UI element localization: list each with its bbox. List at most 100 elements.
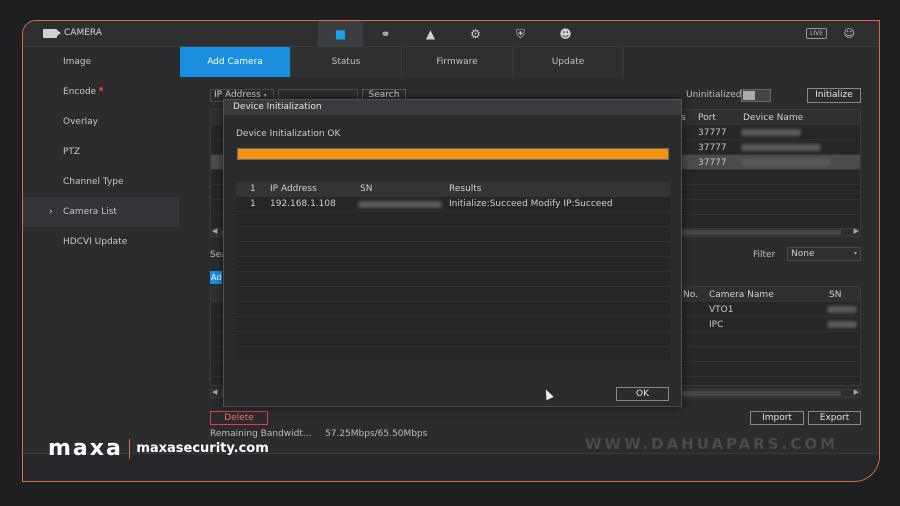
filter-value: None — [791, 249, 815, 259]
table-row — [236, 347, 670, 362]
section-title: CAMERA — [43, 28, 102, 38]
table-row: 1 192.168.1.108 Initialize:Succeed Modif… — [236, 197, 670, 212]
col-header-ip: IP Address — [270, 184, 317, 194]
ok-button[interactable]: OK — [616, 387, 669, 401]
col-header-device-name: Device Name — [743, 113, 804, 123]
tab-add-camera[interactable]: Add Camera — [180, 47, 291, 77]
redacted-cell — [741, 144, 821, 151]
top-icon-bar: ■ ⚭ ▲ ⚙ ⛨ ☻ — [318, 21, 588, 47]
sidebar: Image Encode Overlay PTZ Channel Type › C… — [23, 47, 179, 287]
sidebar-item-channel-type[interactable]: Channel Type — [23, 167, 179, 197]
account-icon[interactable]: ☻ — [543, 21, 588, 47]
sidebar-item-ptz[interactable]: PTZ — [23, 137, 179, 167]
delete-button[interactable]: Delete — [210, 411, 268, 425]
notification-dot — [99, 87, 104, 91]
dvr-screen: CAMERA ■ ⚭ ▲ ⚙ ⛨ ☻ LIVE ☺ Image Encode O… — [22, 20, 880, 482]
col-header-sn: SN — [360, 184, 373, 194]
table-row — [236, 302, 670, 317]
section-title-label: CAMERA — [64, 28, 102, 38]
ip-cell: 192.168.1.108 — [270, 199, 336, 209]
col-header-index: 1 — [250, 184, 256, 194]
uninitialized-label: Uninitialized — [686, 90, 742, 100]
sidebar-item-label: HDCVI Update — [63, 237, 128, 247]
sidebar-item-image[interactable]: Image — [23, 47, 179, 77]
sidebar-item-encode[interactable]: Encode — [23, 77, 179, 107]
tab-update[interactable]: Update — [513, 47, 624, 77]
port-cell: 37777 — [698, 158, 727, 168]
tab-status[interactable]: Status — [291, 47, 402, 77]
dialog-message: Device Initialization OK — [236, 129, 341, 139]
table-row — [236, 287, 670, 302]
redacted-cell — [741, 159, 831, 166]
results-table: 1 IP Address SN Results 1 192.168.1.108 … — [236, 182, 670, 362]
sidebar-item-label: Channel Type — [63, 177, 124, 187]
table-row — [236, 317, 670, 332]
col-header-port: Port — [698, 113, 716, 123]
sidebar-item-hdcvi-update[interactable]: HDCVI Update — [23, 227, 179, 257]
user-icon[interactable]: ☺ — [844, 27, 855, 40]
top-bar: CAMERA ■ ⚭ ▲ ⚙ ⛨ ☻ LIVE ☺ — [23, 21, 879, 47]
table-row — [236, 332, 670, 347]
security-icon[interactable]: ⛨ — [498, 21, 543, 47]
storage-icon[interactable]: ▲ — [408, 21, 453, 47]
table-header: 1 IP Address SN Results — [236, 182, 670, 197]
port-cell: 37777 — [698, 143, 727, 153]
tab-firmware[interactable]: Firmware — [402, 47, 513, 77]
branding-divider — [128, 438, 131, 459]
sidebar-item-label: Camera List — [63, 207, 117, 217]
settings-icon[interactable]: ⚙ — [453, 21, 498, 47]
port-cell: 37777 — [698, 128, 727, 138]
col-header-results: Results — [449, 184, 482, 194]
scroll-left-icon[interactable]: ◀ — [212, 388, 217, 396]
progress-bar — [237, 148, 669, 160]
table-row — [236, 242, 670, 257]
import-button[interactable]: Import — [750, 411, 804, 425]
camera-icon — [43, 28, 61, 38]
table-row — [236, 257, 670, 272]
col-header-no: No. — [683, 290, 698, 300]
redacted-sn — [358, 201, 442, 208]
initialize-button[interactable]: Initialize — [807, 88, 861, 103]
maxa-logo: maxa — [48, 436, 123, 461]
dialog-title: Device Initialization — [224, 100, 681, 115]
uninitialized-toggle[interactable] — [741, 89, 771, 102]
branding-site: maxasecurity.com — [136, 441, 269, 456]
scroll-left-icon[interactable]: ◀ — [212, 227, 217, 235]
bandwidth-value: 57.25Mbps/65.50Mbps — [325, 429, 428, 439]
export-button[interactable]: Export — [808, 411, 861, 425]
col-header-sn: SN — [829, 290, 842, 300]
sidebar-item-camera-list[interactable]: › Camera List — [23, 197, 179, 227]
col-header-camera-name: Camera Name — [709, 290, 774, 300]
redacted-cell — [827, 306, 857, 313]
filter-label: Filter — [753, 250, 776, 260]
table-row — [236, 272, 670, 287]
camera-menu-icon[interactable]: ■ — [318, 21, 363, 47]
watermark: WWW.DAHUAPARS.COM — [585, 435, 839, 453]
table-row — [236, 227, 670, 242]
camera-name-cell: IPC — [709, 320, 724, 330]
add-button[interactable]: Ad — [210, 271, 222, 284]
chevron-down-icon: ▾ — [263, 92, 267, 99]
camera-name-cell: VTO1 — [709, 305, 734, 315]
sidebar-item-label: Encode — [63, 87, 97, 97]
sidebar-item-overlay[interactable]: Overlay — [23, 107, 179, 137]
chevron-down-icon: ▾ — [853, 250, 857, 257]
branding: maxa maxasecurity.com — [48, 436, 269, 461]
progress-fill — [238, 149, 668, 159]
scroll-right-icon[interactable]: ▶ — [854, 388, 859, 396]
filter-select[interactable]: None ▾ — [787, 247, 861, 261]
device-initialization-dialog: Device Initialization Device Initializat… — [223, 99, 682, 407]
redacted-cell — [827, 321, 857, 328]
results-cell: Initialize:Succeed Modify IP:Succeed — [449, 199, 613, 209]
index-cell: 1 — [250, 199, 256, 209]
scroll-right-icon[interactable]: ▶ — [854, 227, 859, 235]
live-button[interactable]: LIVE — [805, 28, 827, 39]
table-row — [236, 212, 670, 227]
chevron-right-icon: › — [49, 207, 53, 217]
tab-bar: Add Camera Status Firmware Update — [180, 47, 624, 77]
network-icon[interactable]: ⚭ — [363, 21, 408, 47]
sidebar-item-label: Overlay — [63, 117, 98, 127]
redacted-cell — [741, 129, 801, 136]
sidebar-item-label: Image — [63, 57, 92, 67]
sidebar-item-label: PTZ — [63, 147, 81, 157]
